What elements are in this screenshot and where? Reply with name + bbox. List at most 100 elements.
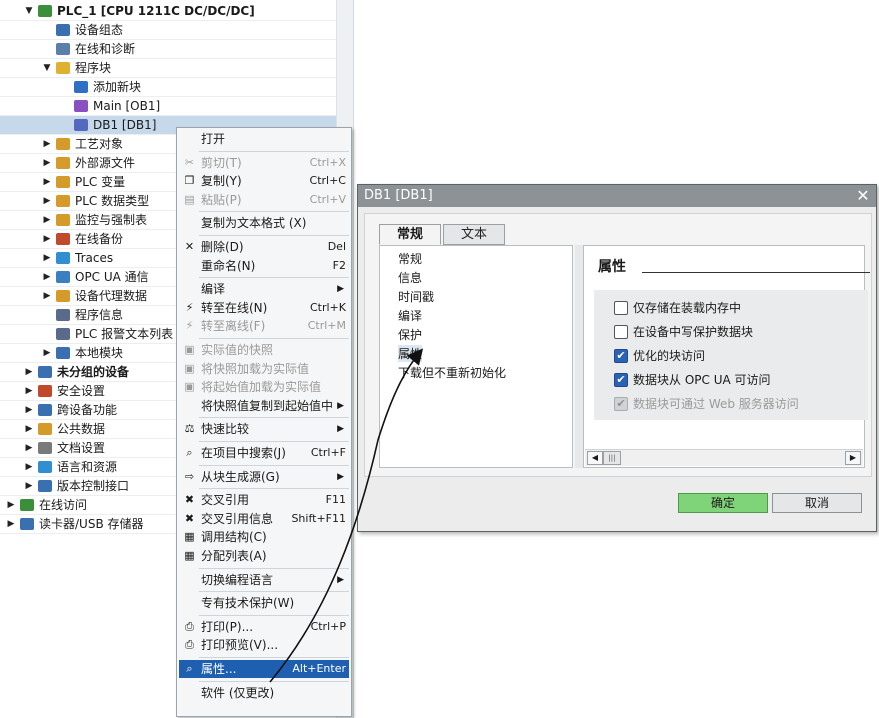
scroll-left-icon[interactable]: ◀	[587, 451, 603, 465]
menu-separator	[199, 235, 349, 236]
expand-right-icon[interactable]: ▶	[24, 363, 34, 381]
expand-right-icon[interactable]: ▶	[24, 477, 34, 495]
tree-item[interactable]: Main [OB1]	[0, 97, 336, 116]
expand-right-icon[interactable]: ▶	[6, 496, 16, 514]
print-preview-icon: ⎙	[185, 638, 194, 652]
expand-right-icon[interactable]: ▶	[42, 287, 52, 305]
menu-item[interactable]: ⇨ 从块生成源(G) ▶	[179, 468, 349, 486]
checkbox-empty-icon[interactable]	[614, 325, 628, 339]
menu-item[interactable]: ⚡ 转至在线(N) Ctrl+K	[179, 299, 349, 317]
menu-item[interactable]: 编译 ▶	[179, 280, 349, 298]
menu-item[interactable]: 切换编程语言 ▶	[179, 571, 349, 589]
tree-item[interactable]: 在线和诊断	[0, 40, 336, 59]
nav-item[interactable]: 信息	[398, 269, 422, 286]
tree-item-label: PLC_1 [CPU 1211C DC/DC/DC]	[57, 4, 255, 18]
expand-right-icon[interactable]: ▶	[24, 420, 34, 438]
cancel-button[interactable]: 取消	[772, 493, 862, 513]
tab-general[interactable]: 常规	[379, 224, 441, 245]
menu-item-label: 快速比较	[201, 422, 250, 437]
tree-item[interactable]: ▼ 程序块	[0, 59, 336, 78]
menu-item: ⚡ 转至离线(F) Ctrl+M	[179, 317, 349, 335]
menu-item[interactable]: ❐ 复制(Y) Ctrl+C	[179, 172, 349, 190]
menu-item[interactable]: ⎙ 打印(P)... Ctrl+P	[179, 618, 349, 636]
ok-button[interactable]: 确定	[678, 493, 768, 513]
nav-item[interactable]: 时间戳	[398, 288, 434, 305]
assignment-list-icon: ▦	[184, 549, 195, 562]
expand-right-icon[interactable]: ▶	[42, 173, 52, 191]
plc-datatypes-icon	[56, 195, 70, 207]
dialog-title-bar[interactable]: DB1 [DB1] ✕	[358, 185, 876, 207]
menu-item[interactable]: ✕ 删除(D) Del	[179, 238, 349, 256]
expand-right-icon[interactable]: ▶	[6, 515, 16, 533]
menu-item[interactable]: ✖ 交叉引用 F11	[179, 491, 349, 509]
expand-down-icon[interactable]: ▼	[24, 2, 34, 20]
menu-item[interactable]: 重命名(N) F2	[179, 257, 349, 275]
submenu-arrow-icon: ▶	[337, 424, 344, 435]
expand-right-icon[interactable]: ▶	[42, 249, 52, 267]
tree-item[interactable]: 添加新块	[0, 78, 336, 97]
go-online-icon: ⚡	[185, 300, 194, 314]
search-project-icon: ⌕	[186, 446, 193, 459]
expand-right-icon[interactable]: ▶	[42, 344, 52, 362]
tab-text[interactable]: 文本	[443, 224, 505, 245]
expand-right-icon[interactable]: ▶	[24, 439, 34, 457]
properties-dialog: DB1 [DB1] ✕ 常规 文本 常规信息时间戳编译保护属性下载但不重新初始化…	[357, 184, 877, 532]
expand-right-icon[interactable]: ▶	[24, 401, 34, 419]
menu-item[interactable]: 软件 (仅更改)	[179, 684, 349, 702]
plc-tags-icon	[56, 176, 70, 188]
nav-item[interactable]: 下载但不重新初始化	[398, 364, 506, 381]
expand-down-icon[interactable]: ▼	[42, 59, 52, 77]
menu-separator	[199, 211, 349, 213]
tree-item-label: 工艺对象	[75, 137, 124, 151]
nav-item[interactable]: 保护	[398, 326, 422, 343]
expand-right-icon[interactable]: ▶	[24, 458, 34, 476]
expand-right-icon[interactable]: ▶	[42, 230, 52, 248]
menu-item[interactable]: 复制为文本格式 (X)	[179, 214, 349, 232]
menu-item[interactable]: ⎙ 打印预览(V)...	[179, 636, 349, 654]
menu-item[interactable]: 将快照值复制到起始值中 ▶	[179, 397, 349, 415]
menu-item[interactable]: ▦ 分配列表(A)	[179, 547, 349, 565]
checkmark-icon[interactable]: ✔	[614, 349, 628, 363]
nav-item[interactable]: 属性	[398, 345, 423, 362]
nav-item[interactable]: 常规	[398, 250, 422, 267]
checkmark-icon[interactable]: ✔	[614, 373, 628, 387]
expand-right-icon[interactable]: ▶	[24, 382, 34, 400]
tree-item[interactable]: 设备组态	[0, 21, 336, 40]
panel-splitter[interactable]	[575, 245, 583, 468]
menu-item-shortcut: Ctrl+F	[310, 446, 346, 459]
menu-item-shortcut: F2	[332, 258, 346, 272]
tree-item[interactable]: ▼ PLC_1 [CPU 1211C DC/DC/DC]	[0, 2, 336, 21]
nav-item[interactable]: 编译	[398, 307, 422, 324]
expand-right-icon[interactable]: ▶	[42, 268, 52, 286]
menu-item-label: 调用结构(C)	[201, 530, 267, 545]
scroll-right-icon[interactable]: ▶	[845, 451, 861, 465]
menu-item[interactable]: ⌕ 在项目中搜索(J) Ctrl+F	[179, 444, 349, 462]
tree-item-label: Main [OB1]	[93, 99, 161, 113]
menu-item[interactable]: ▦ 调用结构(C)	[179, 528, 349, 546]
tree-item-label: 设备代理数据	[75, 289, 148, 303]
menu-item-shortcut: Ctrl+C	[309, 174, 346, 188]
properties-icon: ⌕	[186, 662, 193, 675]
add-block-icon	[74, 81, 88, 93]
expand-right-icon[interactable]: ▶	[42, 211, 52, 229]
expand-right-icon[interactable]: ▶	[42, 135, 52, 153]
menu-item-shortcut: F11	[325, 493, 346, 507]
option-label: 优化的块访问	[633, 349, 706, 363]
scroll-thumb[interactable]: |||	[603, 451, 621, 465]
menu-item[interactable]: 专有技术保护(W)	[179, 594, 349, 612]
menu-item[interactable]: ⚖ 快速比较 ▶	[179, 420, 349, 438]
horizontal-scrollbar[interactable]: ◀ ||| ▶	[585, 449, 863, 466]
tree-item-label: PLC 数据类型	[75, 194, 150, 208]
expand-right-icon[interactable]: ▶	[42, 192, 52, 210]
close-icon[interactable]: ✕	[854, 186, 872, 206]
cross-reference-info-icon: ✖	[184, 511, 195, 525]
menu-item[interactable]: ⌕ 属性... Alt+Enter	[179, 660, 349, 678]
submenu-arrow-icon: ▶	[337, 574, 344, 585]
expand-right-icon[interactable]: ▶	[42, 154, 52, 172]
menu-item-label: 复制(Y)	[201, 174, 242, 189]
tree-item-label: 在线和诊断	[75, 42, 136, 56]
menu-item[interactable]: 打开	[179, 130, 349, 148]
checkbox-empty-icon[interactable]	[614, 301, 628, 315]
menu-item[interactable]: ✖ 交叉引用信息 Shift+F11	[179, 510, 349, 528]
ungrouped-devices-icon	[38, 366, 52, 378]
